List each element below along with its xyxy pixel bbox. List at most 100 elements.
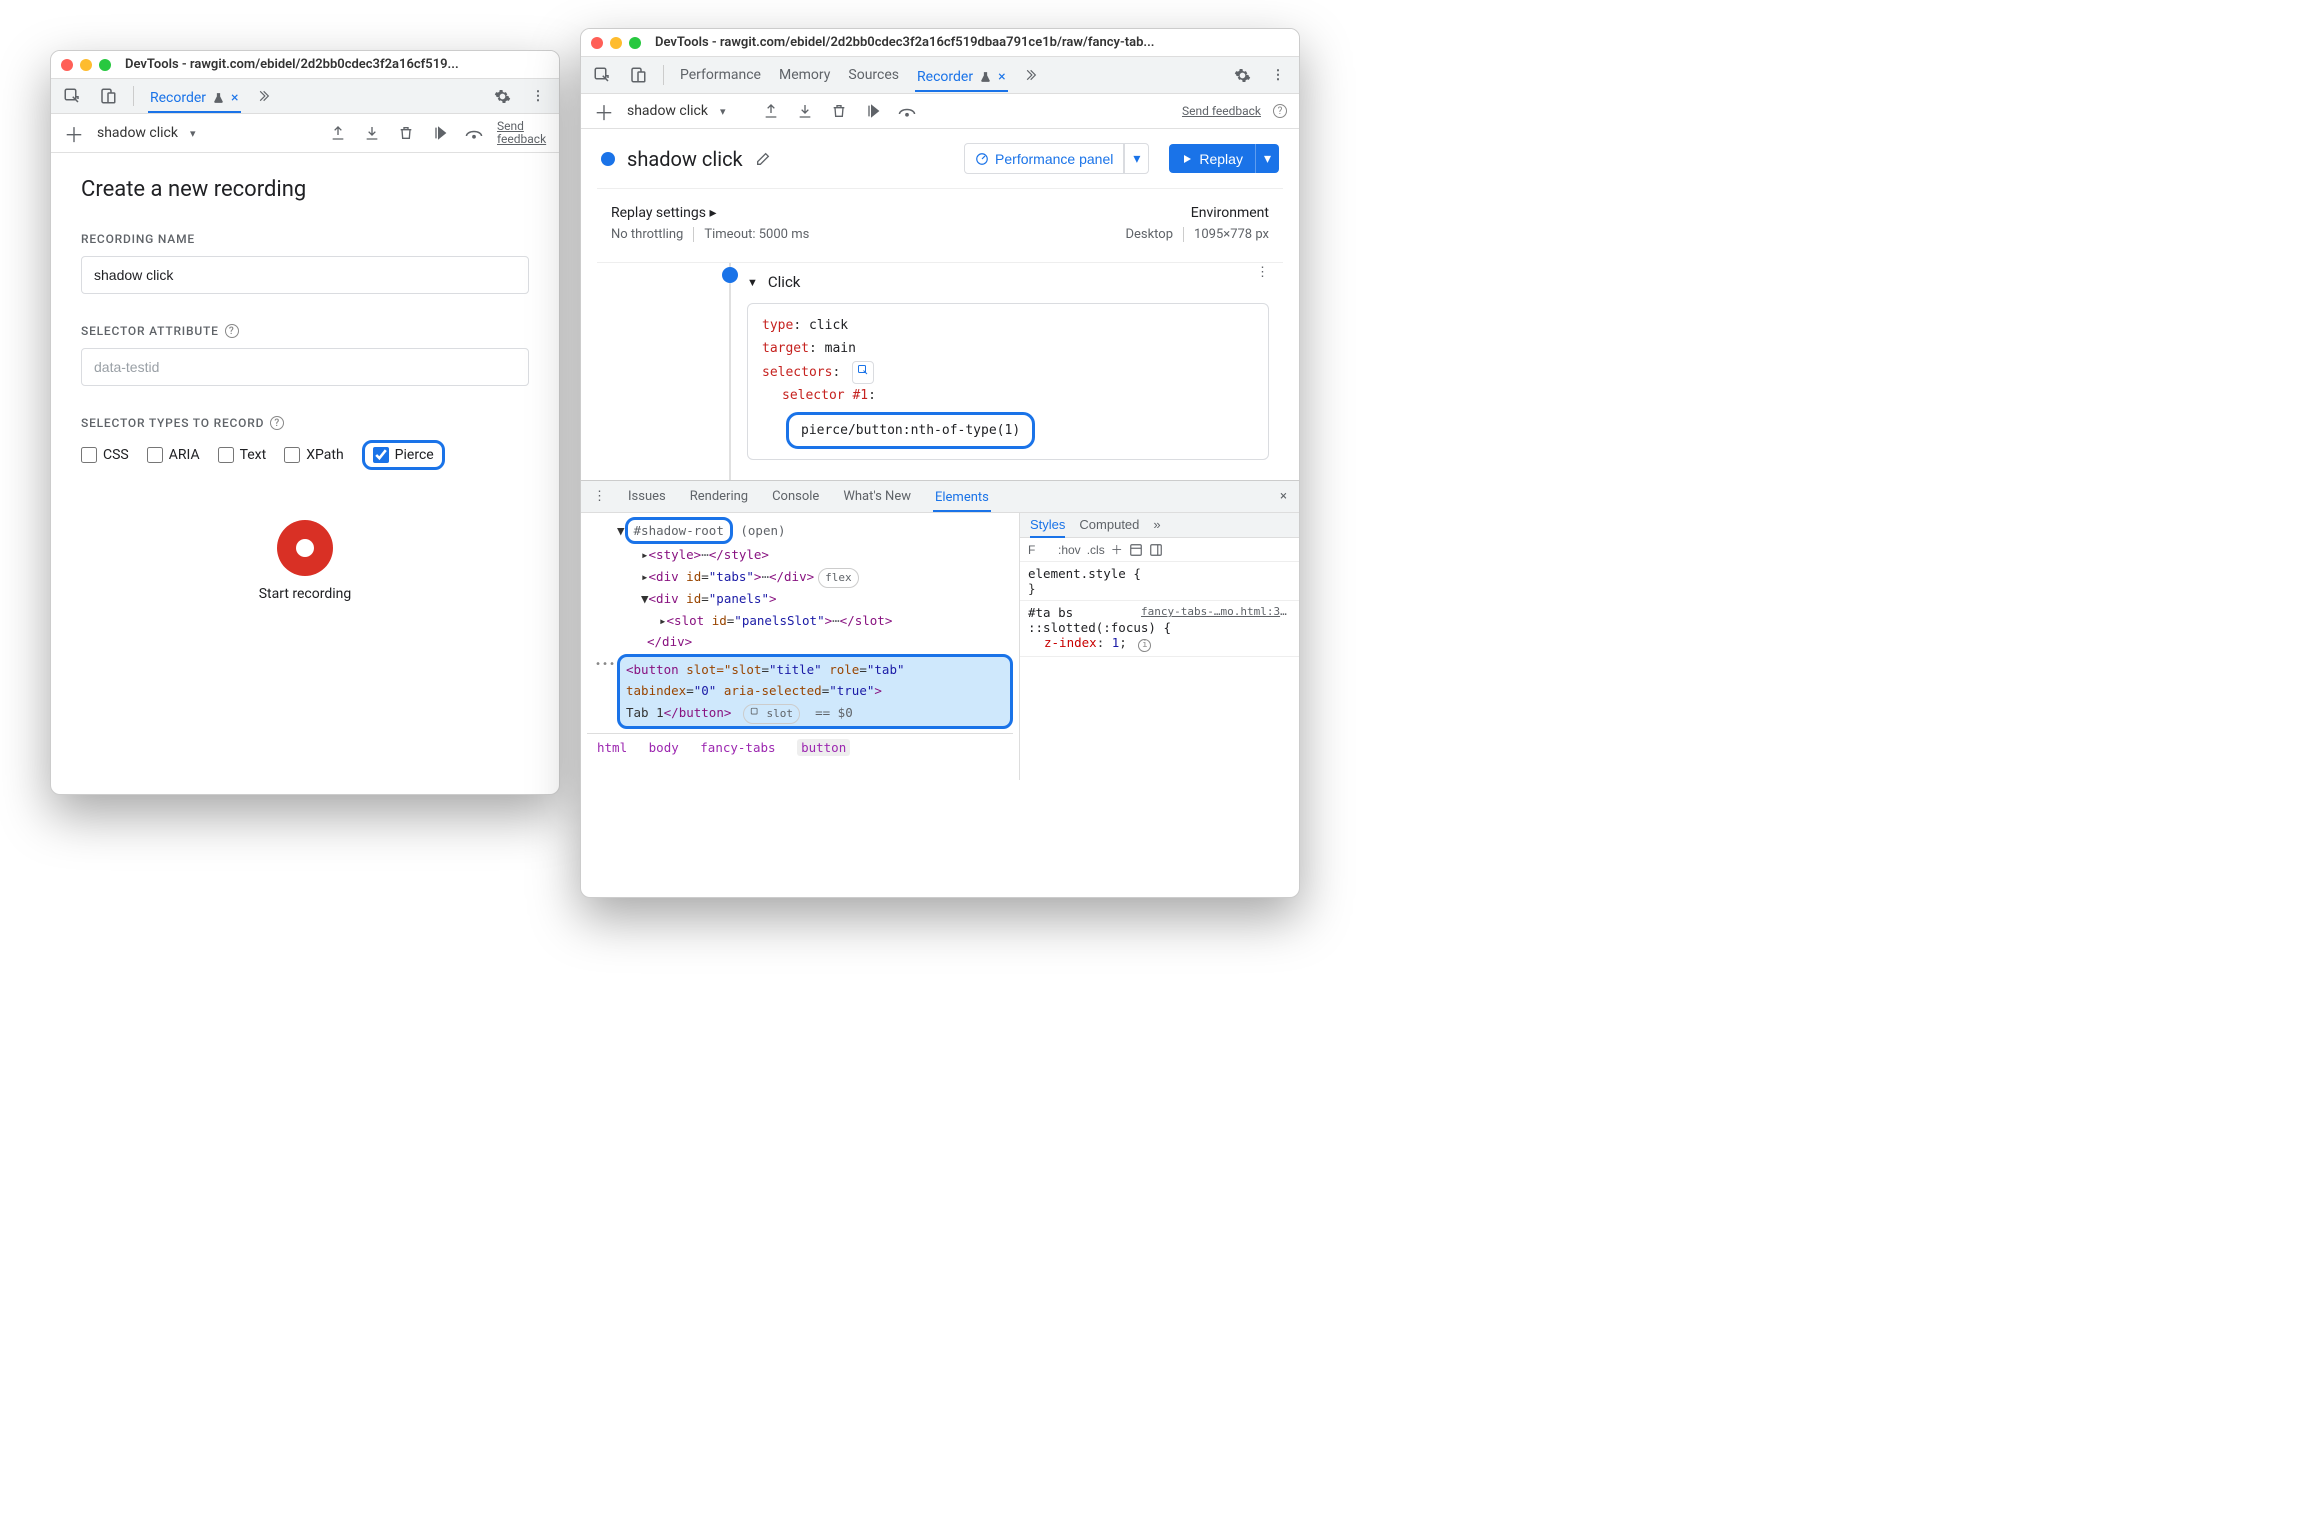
send-feedback-link[interactable]: Send feedback xyxy=(1182,104,1261,118)
checkbox[interactable] xyxy=(218,447,234,463)
toggle-computed-icon[interactable] xyxy=(1149,543,1163,557)
checkbox[interactable] xyxy=(147,447,163,463)
drawer-tab-elements[interactable]: Elements xyxy=(933,486,991,512)
add-flow-icon[interactable]: ＋ xyxy=(593,100,615,122)
replay-dropdown[interactable]: ▾ xyxy=(1255,144,1279,173)
drawer-tab-whatsnew[interactable]: What's New xyxy=(841,485,913,508)
kebab-menu-icon[interactable]: ⋮ xyxy=(1267,64,1289,86)
dom-tree[interactable]: ▼#shadow-root (open) ▸<style>⋯</style> ▸… xyxy=(581,513,1019,780)
more-styles-tabs-icon[interactable]: » xyxy=(1153,517,1160,533)
recording-name-label: RECORDING NAME xyxy=(81,232,529,246)
crumb-button[interactable]: button xyxy=(797,739,850,756)
settings-icon[interactable] xyxy=(491,85,513,107)
selector-attribute-input[interactable] xyxy=(81,348,529,386)
replay-button[interactable]: Replay xyxy=(1169,144,1255,173)
crumb-html[interactable]: html xyxy=(597,740,627,755)
perf-panel-dropdown[interactable]: ▾ xyxy=(1124,143,1149,174)
chevron-down-icon[interactable]: ▾ xyxy=(190,127,196,140)
drawer-tab-console[interactable]: Console xyxy=(770,485,821,508)
selected-element-highlight[interactable]: <button slot="slot="title" role="tab" ta… xyxy=(617,654,1013,729)
step-over-icon[interactable] xyxy=(463,122,485,144)
checkbox[interactable] xyxy=(284,447,300,463)
export-icon[interactable] xyxy=(760,100,782,122)
settings-icon[interactable] xyxy=(1231,64,1253,86)
chevron-right-icon: ▸ xyxy=(709,205,716,221)
toggle-sidebar-icon[interactable] xyxy=(1129,543,1143,557)
kebab-menu-icon[interactable]: ⋮ xyxy=(527,85,549,107)
cls-toggle[interactable]: .cls xyxy=(1087,543,1105,557)
collapse-icon[interactable]: ▼ xyxy=(747,276,758,289)
checkbox[interactable] xyxy=(373,447,389,463)
export-icon[interactable] xyxy=(327,122,349,144)
hov-toggle[interactable]: :hov xyxy=(1058,543,1081,557)
style-rule-element[interactable]: element.style { } xyxy=(1020,562,1299,601)
step-play-icon[interactable] xyxy=(429,122,451,144)
send-feedback-link[interactable]: Send feedback xyxy=(497,120,547,146)
check-text[interactable]: Text xyxy=(218,447,267,463)
check-xpath[interactable]: XPath xyxy=(284,447,343,463)
tab-recorder[interactable]: Recorder × xyxy=(148,86,241,113)
step-header[interactable]: ▼ Click xyxy=(721,273,1269,291)
filter-input[interactable]: F xyxy=(1028,543,1052,557)
replay-settings-toggle[interactable]: Replay settings ▸ xyxy=(611,205,716,221)
delete-icon[interactable] xyxy=(828,100,850,122)
more-tabs-icon[interactable] xyxy=(255,85,277,107)
tab-performance[interactable]: Performance xyxy=(678,63,763,87)
pick-element-icon[interactable] xyxy=(852,361,874,385)
drawer-close-icon[interactable]: × xyxy=(1280,489,1287,504)
check-pierce-highlight: Pierce xyxy=(362,440,445,470)
info-icon[interactable]: i xyxy=(1138,639,1151,652)
step-kebab-icon[interactable]: ⋮ xyxy=(1256,265,1269,280)
crumb-body[interactable]: body xyxy=(649,740,679,755)
step-over-icon[interactable] xyxy=(896,100,918,122)
edit-icon[interactable] xyxy=(755,151,771,167)
performance-panel-button[interactable]: Performance panel xyxy=(964,143,1124,174)
check-aria[interactable]: ARIA xyxy=(147,447,200,463)
check-pierce[interactable]: Pierce xyxy=(373,447,434,463)
more-tabs-icon[interactable] xyxy=(1022,64,1044,86)
close-window-icon[interactable] xyxy=(61,59,73,71)
create-recording-panel: Create a new recording RECORDING NAME SE… xyxy=(51,153,559,626)
checkbox[interactable] xyxy=(81,447,97,463)
minimize-window-icon[interactable] xyxy=(610,37,622,49)
help-icon[interactable]: ? xyxy=(1273,104,1287,118)
recording-name-input[interactable] xyxy=(81,256,529,294)
styles-tab[interactable]: Styles xyxy=(1030,517,1065,538)
recorder-toolbar: ＋ shadow click ▾ Send feedback ? xyxy=(581,94,1299,129)
computed-tab[interactable]: Computed xyxy=(1079,517,1139,533)
chevron-down-icon[interactable]: ▾ xyxy=(720,105,726,118)
import-icon[interactable] xyxy=(361,122,383,144)
add-rule-icon[interactable]: ＋ xyxy=(1111,541,1123,558)
tab-recorder[interactable]: Recorder × xyxy=(915,65,1008,92)
device-toggle-icon[interactable] xyxy=(97,85,119,107)
inspect-icon[interactable] xyxy=(591,64,613,86)
close-tab-icon[interactable]: × xyxy=(998,69,1005,85)
step-play-icon[interactable] xyxy=(862,100,884,122)
close-tab-icon[interactable]: × xyxy=(231,90,238,106)
inspect-icon[interactable] xyxy=(61,85,83,107)
rule-source-link[interactable]: fancy-tabs-…mo.html:302 xyxy=(1141,605,1291,618)
delete-icon[interactable] xyxy=(395,122,417,144)
slot-badge[interactable]: slot xyxy=(743,704,800,725)
close-window-icon[interactable] xyxy=(591,37,603,49)
tab-memory[interactable]: Memory xyxy=(777,63,832,87)
flex-badge[interactable]: flex xyxy=(818,568,859,589)
help-icon[interactable]: ? xyxy=(225,324,239,338)
zoom-window-icon[interactable] xyxy=(99,59,111,71)
step-name: Click xyxy=(768,273,801,291)
style-rule-tabs[interactable]: fancy-tabs-…mo.html:302 #ta bs ::slotted… xyxy=(1020,601,1299,657)
drawer-tab-issues[interactable]: Issues xyxy=(626,485,668,508)
check-css[interactable]: CSS xyxy=(81,447,129,463)
help-icon[interactable]: ? xyxy=(270,416,284,430)
device-toggle-icon[interactable] xyxy=(627,64,649,86)
add-flow-icon[interactable]: ＋ xyxy=(63,122,85,144)
import-icon[interactable] xyxy=(794,100,816,122)
zoom-window-icon[interactable] xyxy=(629,37,641,49)
crumb-fancy-tabs[interactable]: fancy-tabs xyxy=(700,740,775,755)
tab-sources[interactable]: Sources xyxy=(846,63,901,87)
drawer-tab-rendering[interactable]: Rendering xyxy=(688,485,750,508)
drawer-kebab-icon[interactable]: ⋮ xyxy=(593,489,606,504)
minimize-window-icon[interactable] xyxy=(80,59,92,71)
record-button[interactable] xyxy=(277,520,333,576)
drawer-tabbar: ⋮ Issues Rendering Console What's New El… xyxy=(581,481,1299,513)
